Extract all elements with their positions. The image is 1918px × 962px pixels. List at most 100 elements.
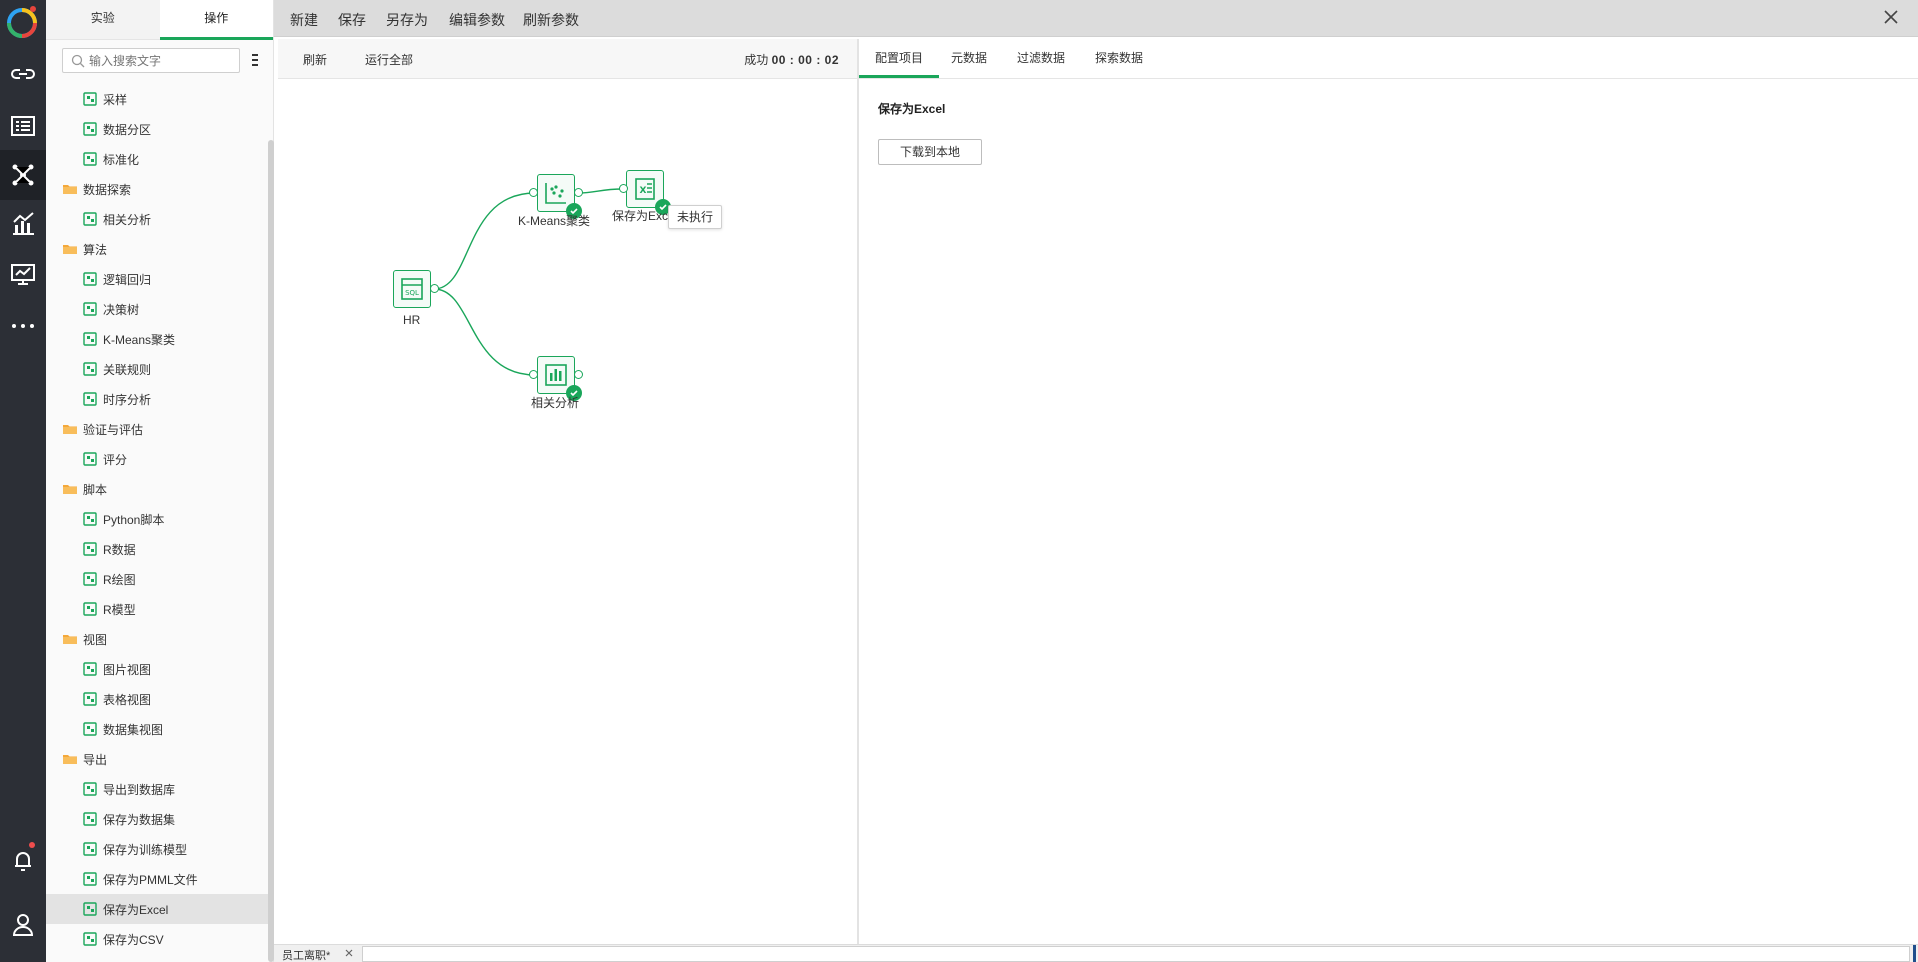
- tab-metadata[interactable]: 元数据: [951, 49, 987, 66]
- flow-canvas[interactable]: SQL HR K-Means聚类 X 保存为Excel 相关分析 未执行: [278, 79, 857, 944]
- save-dataset-icon: [81, 810, 99, 828]
- rail-experiment-button[interactable]: [0, 150, 46, 200]
- panel-divider[interactable]: [857, 39, 859, 944]
- close-icon[interactable]: [1882, 8, 1900, 26]
- kmeans-output-port[interactable]: [574, 188, 583, 197]
- document-tab[interactable]: 员工离职*: [282, 947, 330, 962]
- search-input[interactable]: [89, 53, 229, 68]
- regression-icon: [81, 270, 99, 288]
- tab-operations[interactable]: 操作: [159, 0, 273, 40]
- tab-experiment[interactable]: 实验: [46, 0, 160, 39]
- rail-analysis-button[interactable]: [7, 208, 39, 240]
- tree-item-label: 相关分析: [103, 212, 152, 227]
- sample-icon: [81, 90, 99, 108]
- tree-item[interactable]: 保存为Excel: [46, 894, 268, 924]
- tree-folder[interactable]: 脚本: [46, 474, 268, 504]
- flow-node-corr-label: 相关分析: [531, 396, 580, 410]
- hr-output-port[interactable]: [430, 284, 439, 293]
- excel-icon: X: [635, 178, 655, 200]
- tab-close-icon[interactable]: [344, 948, 354, 958]
- flow-node-excel-label-wrap: 保存为Excel: [612, 207, 668, 224]
- association-icon: [81, 360, 99, 378]
- tree-item[interactable]: 保存为训练模型: [46, 834, 268, 864]
- tree-folder[interactable]: 验证与评估: [46, 414, 268, 444]
- tree-item[interactable]: 数据集视图: [46, 714, 268, 744]
- tree-item[interactable]: 相关分析: [46, 204, 268, 234]
- tab-filter-data[interactable]: 过滤数据: [1017, 49, 1065, 66]
- tree-item[interactable]: 时序分析: [46, 384, 268, 414]
- tree-item[interactable]: 保存为CSV: [46, 924, 268, 954]
- tree-item[interactable]: 导出到数据库: [46, 774, 268, 804]
- save-pmml-icon: [81, 870, 99, 888]
- folder-icon: [61, 180, 79, 198]
- flow-node-hr-label: HR: [403, 313, 421, 327]
- new-button[interactable]: 新建: [290, 10, 318, 30]
- tree-item-label: 时序分析: [103, 392, 152, 407]
- python-icon: [81, 510, 99, 528]
- refresh-params-button[interactable]: 刷新参数: [523, 10, 579, 30]
- tree-item-label: 数据分区: [103, 122, 152, 137]
- tree-item-label: Python脚本: [103, 512, 165, 527]
- corr-output-port[interactable]: [574, 370, 583, 379]
- network-icon: [12, 164, 34, 186]
- tree-item[interactable]: 保存为PMML文件: [46, 864, 268, 894]
- corr-input-port[interactable]: [529, 370, 538, 379]
- kmeans-input-port[interactable]: [529, 188, 538, 197]
- tree-item[interactable]: 图片视图: [46, 654, 268, 684]
- excel-input-port[interactable]: [619, 184, 628, 193]
- notification-dot: [29, 842, 35, 848]
- flow-node-hr[interactable]: SQL: [393, 270, 431, 308]
- tree-item[interactable]: 采样: [46, 84, 268, 114]
- tree-item[interactable]: 关联规则: [46, 354, 268, 384]
- search-box: [62, 48, 240, 73]
- rail-dashboard-button[interactable]: [7, 258, 39, 290]
- svg-text:SQL: SQL: [405, 289, 419, 297]
- tab-explore-data[interactable]: 探索数据: [1095, 49, 1143, 66]
- rail-link-button[interactable]: [7, 58, 39, 90]
- tree-item-label: R绘图: [103, 572, 136, 587]
- user-icon: [12, 914, 34, 936]
- tree-item[interactable]: R绘图: [46, 564, 268, 594]
- tree-folder[interactable]: 导出: [46, 744, 268, 774]
- tree-scrollbar[interactable]: [268, 140, 274, 962]
- tree-item[interactable]: 标准化: [46, 144, 268, 174]
- tab-config[interactable]: 配置项目: [858, 49, 940, 78]
- refresh-button[interactable]: 刷新: [303, 51, 327, 68]
- flow-node-corr[interactable]: [537, 356, 582, 401]
- tree-item[interactable]: 保存为数据集: [46, 804, 268, 834]
- tree-item-label: 保存为训练模型: [103, 842, 188, 857]
- rail-notification-button[interactable]: [7, 844, 39, 876]
- tree-item[interactable]: K-Means聚类: [46, 324, 268, 354]
- flow-node-excel[interactable]: X: [626, 170, 671, 215]
- run-all-button[interactable]: 运行全部: [365, 51, 413, 68]
- tree-item-label: 评分: [103, 452, 128, 467]
- save-button[interactable]: 保存: [338, 10, 366, 30]
- rail-more-button[interactable]: [7, 308, 39, 340]
- tree-item[interactable]: 表格视图: [46, 684, 268, 714]
- tree-item-label: 关联规则: [103, 362, 152, 377]
- list-menu-icon[interactable]: [250, 52, 260, 68]
- edit-params-button[interactable]: 编辑参数: [449, 10, 505, 30]
- tree-folder[interactable]: 数据探索: [46, 174, 268, 204]
- tree-item-label: 逻辑回归: [103, 272, 152, 287]
- rail-user-button[interactable]: [7, 908, 39, 940]
- tree-folder[interactable]: 算法: [46, 234, 268, 264]
- tree-item[interactable]: 评分: [46, 444, 268, 474]
- folder-icon: [61, 630, 79, 648]
- tree-folder[interactable]: 视图: [46, 624, 268, 654]
- bell-icon: [15, 852, 31, 871]
- flow-node-kmeans-label: K-Means聚类: [518, 214, 591, 228]
- tree-item[interactable]: Python脚本: [46, 504, 268, 534]
- rail-list-button[interactable]: [7, 110, 39, 142]
- tree-item[interactable]: 决策树: [46, 294, 268, 324]
- save-as-button[interactable]: 另存为: [386, 10, 428, 30]
- tree-item[interactable]: 数据分区: [46, 114, 268, 144]
- tree-item[interactable]: R数据: [46, 534, 268, 564]
- download-local-button[interactable]: 下载到本地: [878, 139, 982, 165]
- partition-icon: [81, 120, 99, 138]
- cluster-icon: [545, 183, 566, 204]
- tree-item[interactable]: 逻辑回归: [46, 264, 268, 294]
- flow-node-kmeans[interactable]: [537, 174, 582, 219]
- tree-item[interactable]: R模型: [46, 594, 268, 624]
- tree-item-label: 表格视图: [103, 692, 152, 707]
